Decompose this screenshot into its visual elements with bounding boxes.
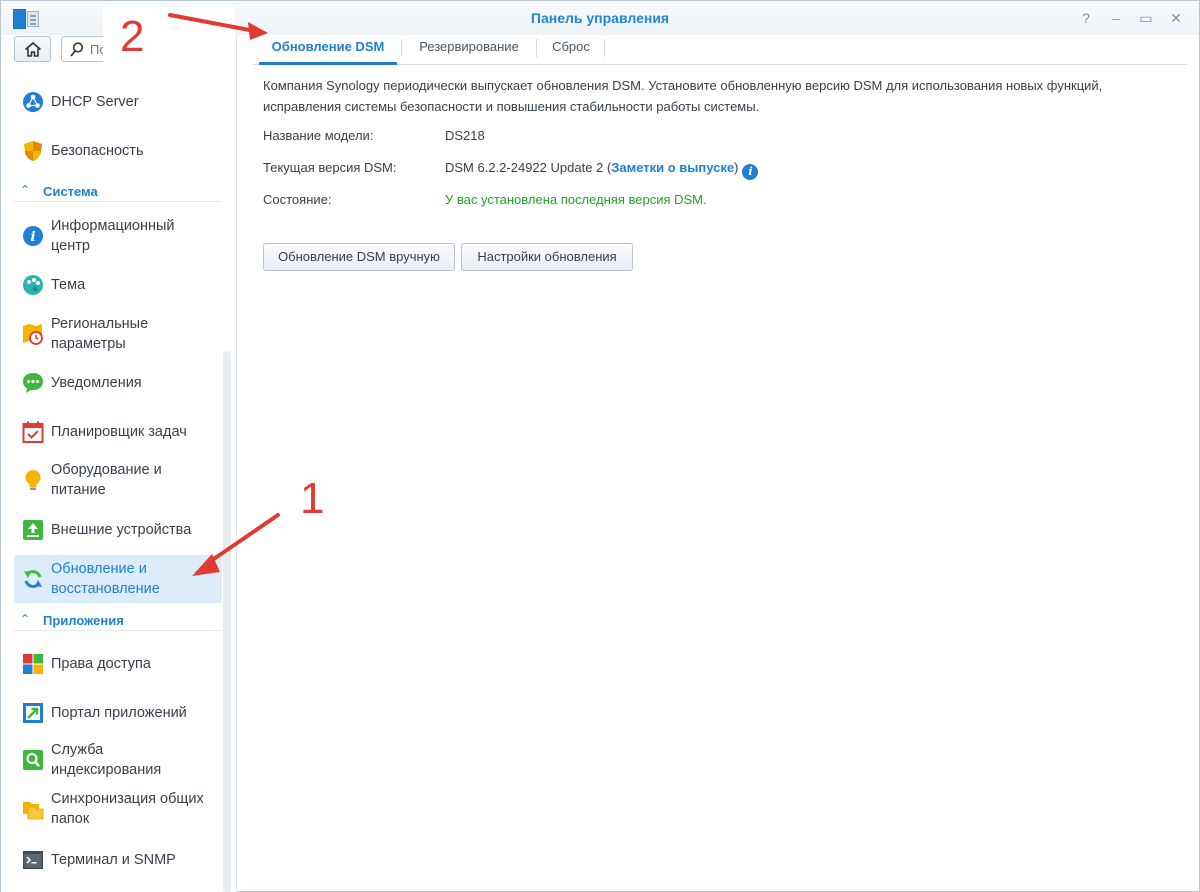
- annotation-arrow-1: [192, 513, 280, 576]
- annotation-arrow-2: [168, 13, 268, 40]
- annotation-arrows: [168, 13, 280, 576]
